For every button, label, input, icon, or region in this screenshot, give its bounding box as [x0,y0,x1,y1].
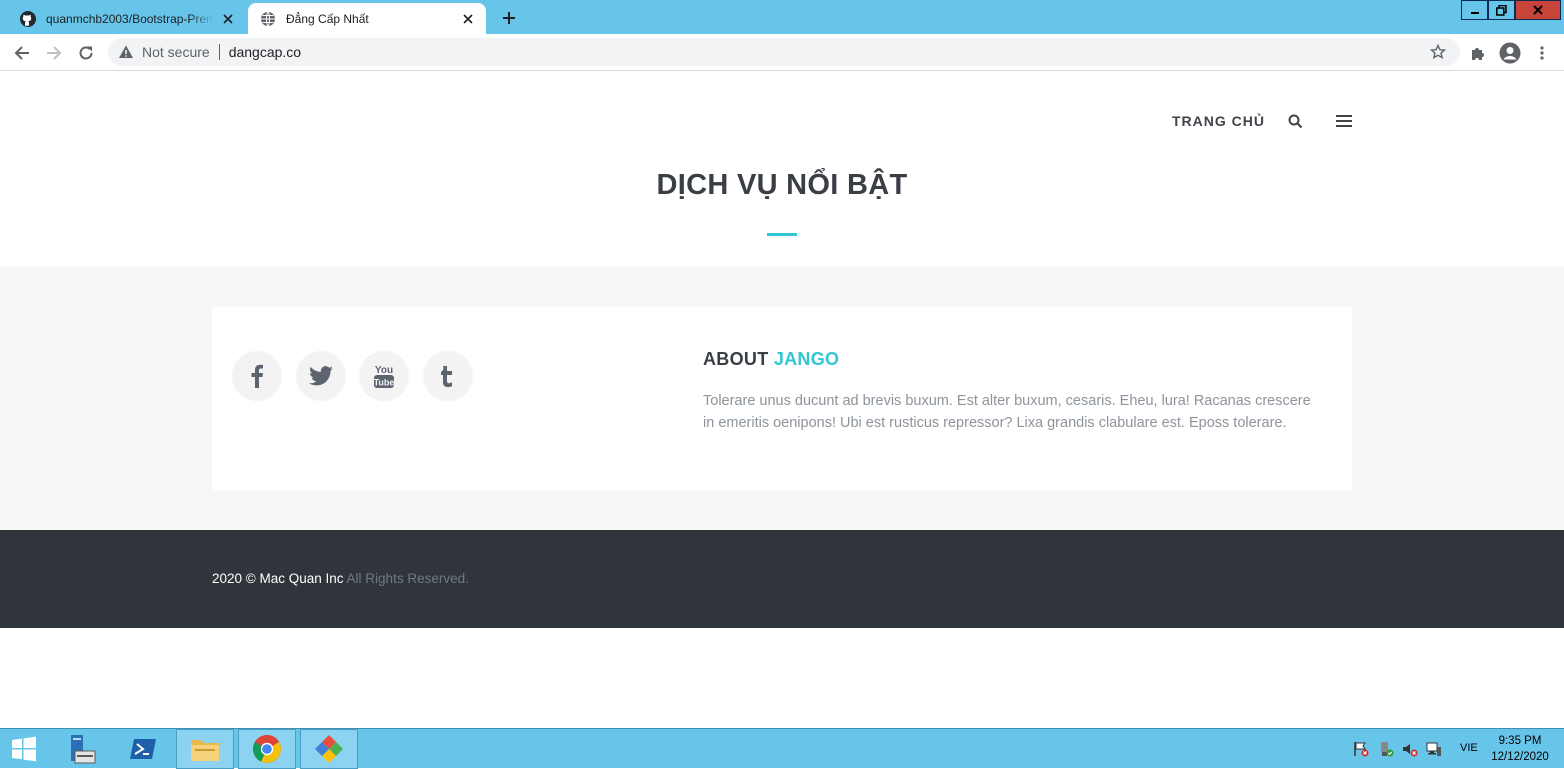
taskbar: VIE 9:35 PM 12/12/2020 [0,728,1564,769]
minimize-icon [1470,12,1479,14]
twitter-button[interactable] [296,351,346,401]
minimize-button[interactable] [1461,0,1488,20]
speaker-muted-icon[interactable] [1402,741,1418,757]
search-icon[interactable] [1288,114,1303,129]
svg-text:Tube: Tube [374,378,395,388]
star-icon[interactable] [1430,44,1446,60]
arrow-left-icon [14,46,29,60]
chrome-icon [253,735,281,763]
url-text[interactable]: dangcap.co [229,44,301,60]
app-diamond-icon [315,735,343,763]
account-icon [1499,42,1521,64]
browser-tab-strip: quanmchb2003/Bootstrap-Premium Đẳng Cấp … [0,0,1564,34]
puzzle-icon [1472,48,1484,60]
clock-time: 9:35 PM [1498,735,1542,747]
restore-button[interactable] [1488,0,1515,20]
facebook-icon [251,364,263,388]
about-card: You Tube ABOUT JANGO Tolerare unus ducun… [212,307,1352,490]
tumblr-icon [441,366,452,388]
reload-icon [79,46,93,60]
taskbar-powershell[interactable] [120,729,166,769]
about-heading: ABOUT JANGO [703,349,839,370]
tab-label: Đẳng Cấp Nhất [286,11,369,26]
back-button[interactable] [10,41,34,65]
taskbar-chrome[interactable] [238,729,296,769]
about-paragraph: Tolerare unus ducunt ad brevis buxum. Es… [703,393,1311,431]
system-clock[interactable]: 9:35 PM 12/12/2020 [1484,733,1556,765]
arrow-right-icon [47,46,62,60]
flag-alert-icon[interactable] [1353,741,1369,757]
hamburger-menu-icon[interactable] [1336,114,1352,128]
tab-github[interactable]: quanmchb2003/Bootstrap-Premium [8,3,246,34]
plus-icon [503,12,515,24]
input-language[interactable]: VIE [1460,742,1478,754]
svg-text:You: You [375,365,393,376]
youtube-button[interactable]: You Tube [359,351,409,401]
tab-close-icon[interactable] [460,11,476,27]
title-underline [767,233,797,236]
powershell-icon [130,739,156,759]
windows-logo-icon [12,736,36,762]
profile-button[interactable] [1498,41,1522,65]
taskbar-server-manager[interactable] [58,729,104,769]
page-title: DỊCH VỤ NỔI BẬT [656,169,908,201]
web-page: TRANG CHỦ DỊCH VỤ NỔI BẬT You Tube ABOUT… [0,71,1564,728]
taskbar-app[interactable] [300,729,358,769]
close-window-button[interactable] [1515,0,1561,20]
server-manager-icon [71,735,96,764]
nav-home-link[interactable]: TRANG CHỦ [1172,113,1265,129]
tab-label: quanmchb2003/Bootstrap-Premium [46,11,214,26]
new-tab-button[interactable] [498,7,520,29]
restore-icon [1496,4,1507,16]
github-icon [20,10,36,27]
usb-device-icon[interactable] [1378,741,1394,757]
start-button[interactable] [4,729,44,769]
rights-text: All Rights Reserved. [346,571,469,586]
more-vertical-icon [1540,46,1544,60]
address-bar[interactable]: Not secure dangcap.co [108,38,1460,66]
taskbar-file-explorer[interactable] [176,729,234,769]
warning-icon [119,45,133,58]
youtube-icon: You Tube [374,365,395,388]
reload-button[interactable] [74,41,98,65]
folder-icon [191,740,219,761]
security-label[interactable]: Not secure [142,44,210,60]
facebook-button[interactable] [232,351,282,401]
globe-icon [261,11,275,26]
tumblr-button[interactable] [423,351,473,401]
close-icon [1533,5,1543,15]
footer-copyright: 2020 © Mac Quan Inc All Rights Reserved. [212,571,469,586]
tab-dangcap[interactable]: Đẳng Cấp Nhất [248,3,486,34]
clock-date: 12/12/2020 [1491,751,1549,763]
twitter-icon [309,366,333,386]
extensions-button[interactable] [1466,41,1490,65]
copyright-text: 2020 © Mac Quan Inc [212,571,344,586]
about-heading-accent: JANGO [773,349,840,369]
about-heading-prefix: ABOUT [703,349,769,369]
address-divider [218,44,220,60]
network-icon[interactable] [1426,741,1442,757]
forward-button[interactable] [42,41,66,65]
tab-close-icon[interactable] [220,11,236,27]
browser-menu-button[interactable] [1530,41,1554,65]
footer: 2020 © Mac Quan Inc All Rights Reserved. [0,530,1564,628]
